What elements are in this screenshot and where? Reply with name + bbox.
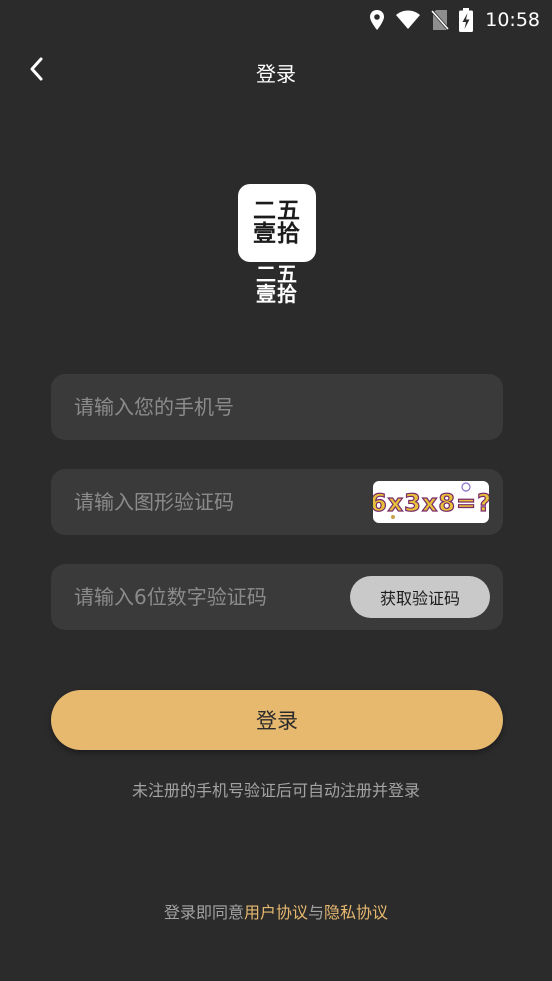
sms-code-field: 获取验证码 [51,564,503,630]
phone-field [51,374,503,440]
auto-register-hint: 未注册的手机号验证后可自动注册并登录 [131,781,420,800]
status-time: 10:58 [485,9,540,31]
captcha-image[interactable]: 6x3x8=? [373,481,489,523]
no-sim-icon [431,9,450,31]
logo-text-line2: 壹拾 [256,282,298,306]
wifi-icon [395,10,421,30]
page-title: 登录 [256,62,296,86]
logo-wordmark: 二五 壹拾 [256,264,298,304]
captcha-text: 6x3x8=? [373,489,489,517]
login-button[interactable]: 登录 [51,690,503,750]
logo-line2: 壹拾 [253,221,301,247]
agreement-and: 与 [308,903,325,922]
captcha-input[interactable] [72,489,373,515]
sms-code-input[interactable] [72,584,350,610]
logo-text-line1: 二五 [256,262,298,286]
location-icon [369,9,385,31]
get-code-button[interactable]: 获取验证码 [350,576,490,618]
captcha-field: 6x3x8=? [51,469,503,535]
logo-line1: 二五 [253,198,301,224]
battery-charging-icon [459,8,474,32]
app-logo: 二五 壹拾 二五 壹拾 [236,184,318,304]
privacy-agreement-link[interactable]: 隐私协议 [324,903,388,922]
header: 登录 [0,48,552,94]
phone-input[interactable] [72,394,489,420]
logo-icon: 二五 壹拾 [238,184,316,262]
agreement-prefix: 登录即同意 [163,903,244,922]
agreement-text: 登录即同意用户协议与隐私协议 [0,899,552,923]
user-agreement-link[interactable]: 用户协议 [244,903,308,922]
status-bar: 10:58 [0,0,552,40]
